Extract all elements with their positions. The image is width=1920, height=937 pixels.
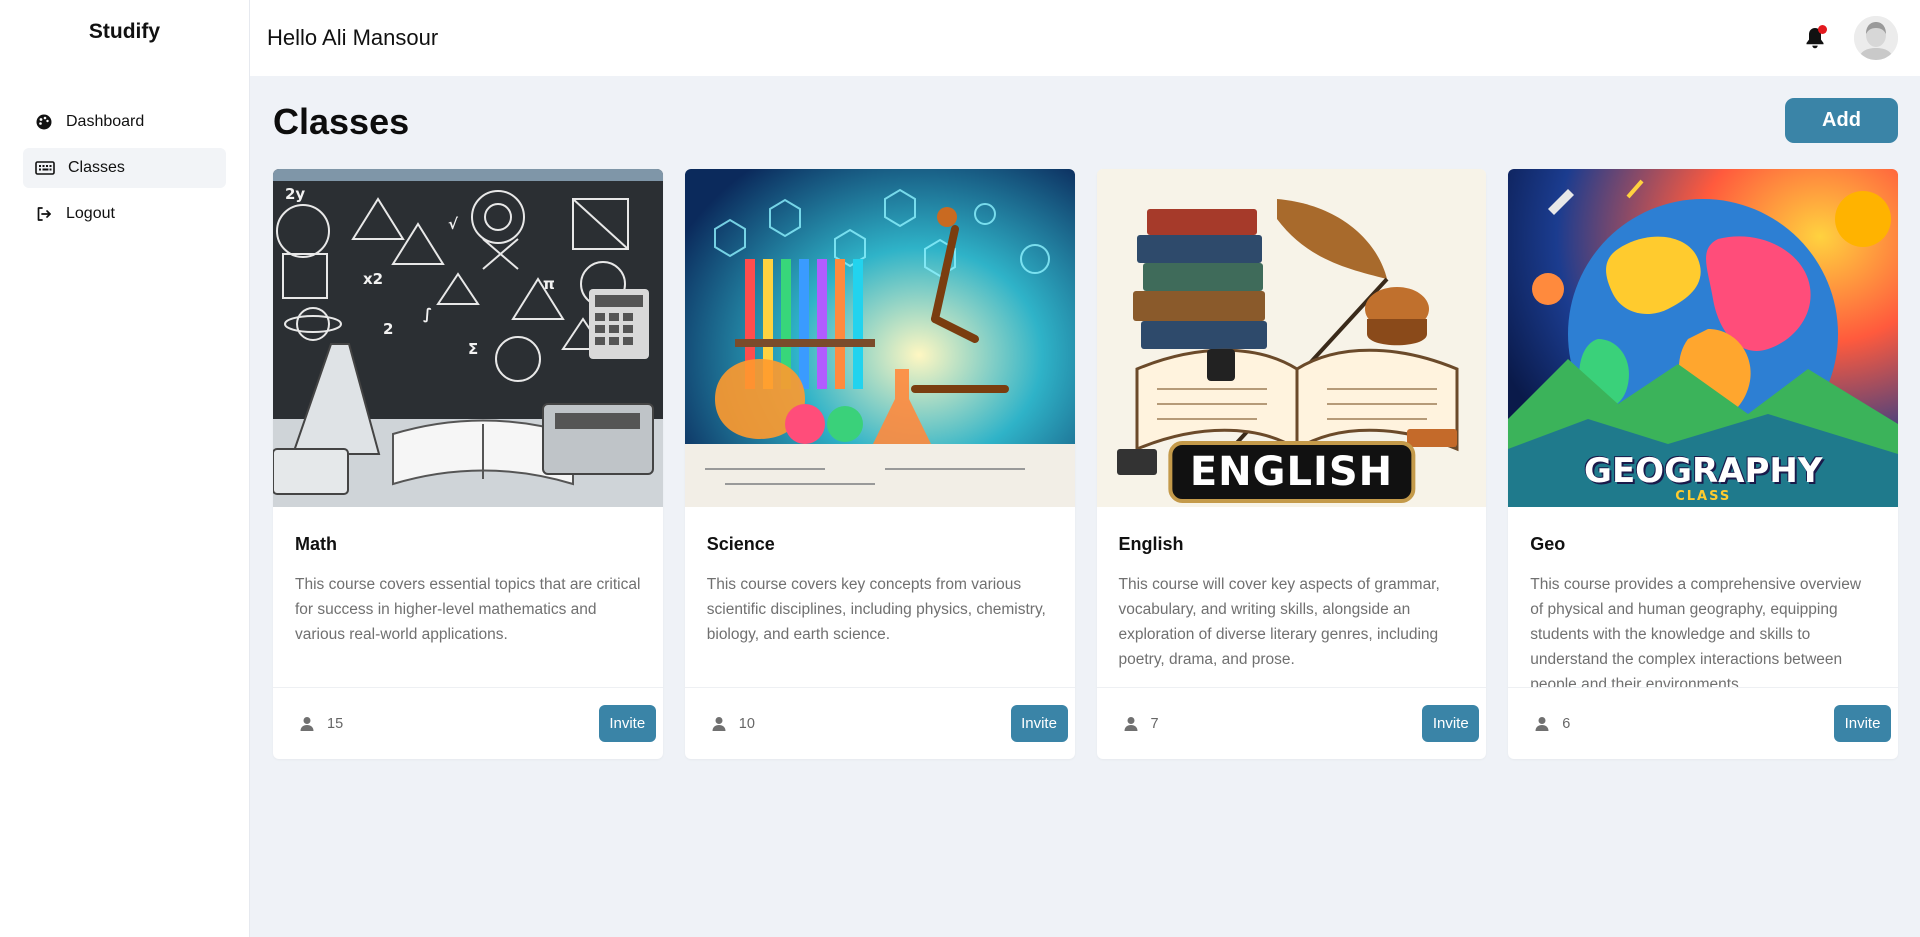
card-body: Geo This course provides a comprehensive… <box>1508 507 1898 687</box>
member-count: 6 <box>1534 716 1570 732</box>
top-actions <box>1802 16 1898 60</box>
user-icon <box>712 716 726 731</box>
page-header: Classes Add <box>273 97 1898 147</box>
class-title[interactable]: Math <box>295 534 641 555</box>
keyboard-icon <box>34 158 56 178</box>
card-footer: 10 Invite <box>684 687 1075 759</box>
notification-badge <box>1818 25 1827 34</box>
card-body: Math This course covers essential topics… <box>273 507 663 687</box>
class-card-math[interactable]: 2yx2 √Σ ∫4 π2 <box>273 169 663 759</box>
palette-icon <box>34 112 54 132</box>
svg-text:2: 2 <box>383 320 393 338</box>
sidebar-item-logout[interactable]: Logout <box>23 194 226 234</box>
greeting-text: Hello Ali Mansour <box>267 25 439 50</box>
top-bar: Hello Ali Mansour <box>250 0 1920 76</box>
sidebar-item-label: Logout <box>66 205 115 222</box>
svg-text:x2: x2 <box>363 270 383 288</box>
invite-button[interactable]: Invite <box>598 705 656 742</box>
member-count-value: 6 <box>1562 715 1571 732</box>
card-footer: 7 Invite <box>1096 687 1487 759</box>
add-class-button[interactable]: Add <box>1785 97 1898 143</box>
logout-icon <box>34 204 54 224</box>
card-footer: 15 Invite <box>273 687 663 759</box>
card-body: English This course will cover key aspec… <box>1097 507 1487 687</box>
notifications-button[interactable] <box>1802 23 1828 53</box>
member-count: 7 <box>1123 716 1159 732</box>
member-count: 10 <box>711 716 755 732</box>
class-title[interactable]: English <box>1119 534 1465 555</box>
invite-button[interactable]: Invite <box>1834 705 1891 742</box>
svg-text:√: √ <box>448 215 459 233</box>
science-illustration <box>684 169 1075 507</box>
class-description: This course provides a comprehensive ove… <box>1530 576 1862 687</box>
member-count: 15 <box>299 716 343 732</box>
member-count-value: 7 <box>1150 715 1159 732</box>
geography-image-label: GEOGRAPHY <box>1584 451 1823 491</box>
sidebar-item-dashboard[interactable]: Dashboard <box>23 102 226 142</box>
classes-page: Classes Add 2y x2 √ Σ ∫ π 2 Math This co… <box>250 76 1920 759</box>
invite-button[interactable]: Invite <box>1010 705 1068 742</box>
avatar[interactable] <box>1854 16 1898 60</box>
svg-text:2y: 2y <box>285 185 305 203</box>
main-area: Hello Ali Mansour Classes Add 2y x2 √ Σ … <box>250 0 1920 937</box>
sidebar-nav: Dashboard Classes Logout <box>0 102 249 234</box>
invite-button[interactable]: Invite <box>1422 705 1480 742</box>
card-body: Science This course covers key concepts … <box>685 507 1075 687</box>
sidebar: Studify Dashboard Classes Logout <box>0 0 250 937</box>
english-illustration: ENGLISH <box>1096 169 1487 507</box>
class-card-english[interactable]: ENGLISH English This course will cover k… <box>1096 169 1487 759</box>
english-image-label: ENGLISH <box>1167 441 1416 503</box>
member-count-value: 10 <box>738 715 755 732</box>
svg-text:∫: ∫ <box>423 305 432 323</box>
class-cards: 2yx2 √Σ ∫4 π2 <box>273 169 1898 759</box>
geography-image-sublabel: CLASS <box>1675 489 1732 504</box>
page-title: Classes <box>273 101 410 142</box>
sidebar-item-classes[interactable]: Classes <box>23 148 226 188</box>
math-illustration: 2yx2 √Σ ∫4 π2 <box>273 169 663 507</box>
class-card-science[interactable]: Science This course covers key concepts … <box>684 169 1075 759</box>
class-description: This course covers key concepts from var… <box>706 576 1046 643</box>
sidebar-item-label: Dashboard <box>66 113 145 130</box>
user-avatar-icon <box>1854 16 1898 60</box>
user-icon <box>1535 716 1549 731</box>
user-icon <box>300 716 314 731</box>
user-icon <box>1124 716 1137 731</box>
app-logo[interactable]: Studify <box>0 0 249 64</box>
card-footer: 6 Invite <box>1508 687 1898 759</box>
member-count-value: 15 <box>327 715 344 732</box>
sidebar-item-label: Classes <box>68 159 125 176</box>
svg-text:π: π <box>543 275 555 293</box>
class-description: This course covers essential topics that… <box>295 576 641 643</box>
class-title[interactable]: Geo <box>1530 534 1876 555</box>
class-title[interactable]: Science <box>707 534 1053 555</box>
svg-text:Σ: Σ <box>468 340 478 358</box>
class-card-geo[interactable]: GEOGRAPHY CLASS Geo This course provides… <box>1508 169 1898 759</box>
app-root: Studify Dashboard Classes Logout Hello A… <box>0 0 1920 937</box>
class-description: This course will cover key aspects of gr… <box>1118 576 1440 668</box>
geography-illustration: GEOGRAPHY CLASS <box>1508 169 1898 507</box>
